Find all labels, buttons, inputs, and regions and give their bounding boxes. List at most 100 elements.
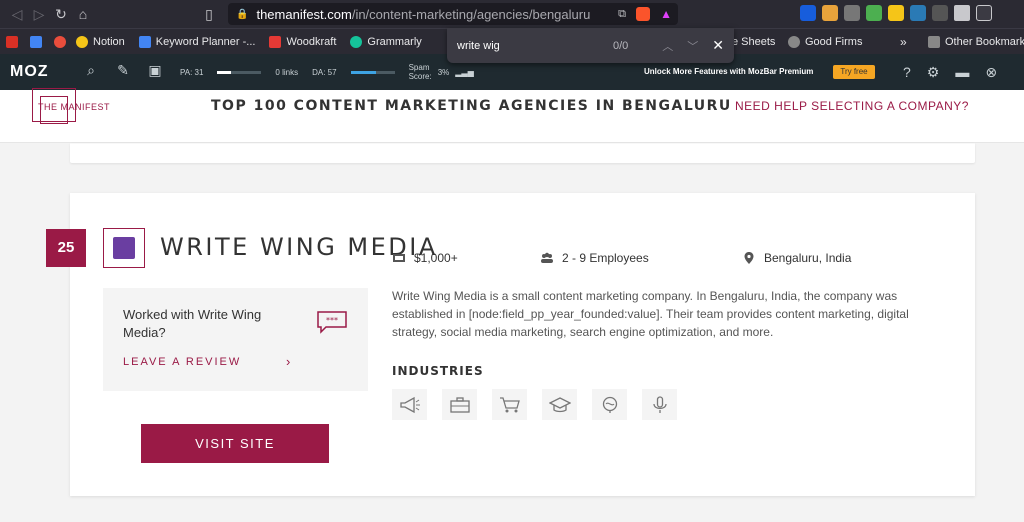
bitwarden-icon[interactable]	[800, 5, 816, 21]
close-icon[interactable]: ⊗	[985, 64, 997, 81]
min-project-value: $1,000+	[414, 251, 458, 265]
chevron-right-icon[interactable]: ›	[286, 354, 290, 369]
globe-icon	[788, 35, 800, 48]
bookmark-label: Other Bookmarks	[945, 35, 1024, 48]
try-free-button[interactable]: Try free	[833, 65, 875, 79]
graduation-cap-icon[interactable]	[542, 389, 577, 420]
need-help-link[interactable]: NEED HELP SELECTING A COMPANY?	[735, 99, 969, 113]
megaphone-icon[interactable]	[392, 389, 427, 420]
previous-company-card	[70, 143, 975, 163]
company-description: Write Wing Media is a small content mark…	[392, 289, 909, 339]
back-icon[interactable]: ◁	[6, 6, 28, 23]
bookmark-grammarly[interactable]: Grammarly	[350, 35, 422, 48]
bookmark-label: Grammarly	[367, 35, 422, 48]
da-stat: DA: 57	[312, 67, 395, 77]
puzzle-icon[interactable]	[954, 5, 970, 21]
employee-count: 2 - 9 Employees	[540, 251, 742, 265]
pa-meter-fill	[217, 70, 232, 74]
highlighter-icon[interactable]: ✎	[112, 62, 134, 82]
help-icon[interactable]: ?	[903, 64, 911, 81]
more-bookmarks-icon[interactable]: »	[900, 35, 907, 49]
extension-icon-4[interactable]	[866, 5, 882, 21]
microphone-icon[interactable]	[642, 389, 677, 420]
reader-icon[interactable]: ⧉	[618, 8, 626, 21]
da-label: DA: 57	[312, 67, 337, 77]
find-count: 0/0	[612, 39, 629, 52]
da-meter-fill	[350, 70, 376, 74]
extension-icon-5[interactable]	[888, 5, 904, 21]
company-location: Bengaluru, India	[742, 251, 851, 265]
brave-rewards-icon[interactable]: ▲	[660, 7, 672, 21]
money-icon	[393, 254, 405, 262]
links-label: 0 links	[275, 67, 299, 77]
notion-icon	[76, 35, 88, 48]
bookmark-label: Woodkraft	[286, 35, 337, 48]
review-question: Worked with Write Wing Media?	[123, 307, 262, 340]
briefcase-icon[interactable]	[442, 389, 477, 420]
review-box: Worked with Write Wing Media? *** LEAVE …	[103, 288, 368, 391]
page-title: TOP 100 CONTENT MARKETING AGENCIES IN BE…	[211, 98, 732, 114]
find-input[interactable]: write wig	[457, 40, 613, 52]
reload-icon[interactable]: ↻	[50, 6, 72, 23]
manifest-logo[interactable]: THE MANIFEST	[38, 102, 110, 112]
visit-site-button[interactable]: VISIT SITE	[141, 424, 329, 463]
bookmark-favicon-2[interactable]	[30, 35, 42, 48]
home-icon[interactable]: ⌂	[72, 6, 94, 22]
keyword-icon[interactable]: ▣	[144, 62, 166, 82]
rank-badge: 25	[46, 229, 86, 267]
min-project-size: $1,000+	[392, 251, 540, 265]
moz-logo: MOZ	[10, 63, 49, 80]
find-next-icon[interactable]: ﹀	[687, 38, 698, 54]
shopping-cart-icon[interactable]	[492, 389, 527, 420]
find-close-icon[interactable]: ✕	[712, 37, 724, 54]
company-logo[interactable]	[103, 228, 145, 268]
bookmark-other[interactable]: Other Bookmarks	[928, 35, 1024, 48]
bookmark-keyword-planner[interactable]: Keyword Planner -...	[138, 35, 256, 48]
bookmark-label: Notion	[93, 35, 125, 48]
google-ads-icon	[138, 35, 151, 48]
svg-text:***: ***	[326, 316, 338, 325]
pa-stat: PA: 31 0 links	[180, 68, 298, 77]
company-card: 25 WRITE WING MEDIA Worked with Write Wi…	[46, 193, 975, 496]
moz-right-icons: ? ⚙ ▬ ⊗	[903, 64, 997, 81]
find-bar: write wig 0/0 ︿ ﹀ ✕	[447, 28, 734, 63]
bookmark-woodkraft[interactable]: Woodkraft	[269, 35, 337, 48]
url-field[interactable]: 🔒 themanifest.com /in/content-marketing/…	[228, 3, 678, 25]
bookmark-favicon-3[interactable]	[54, 35, 66, 48]
extension-icon-6[interactable]	[910, 5, 926, 21]
spam-label: Spam Score:	[408, 63, 432, 81]
bookmark-label: Good Firms	[805, 35, 863, 48]
divider-dots	[70, 143, 975, 144]
spam-stat: Spam Score: 3% ▂▃▅	[409, 63, 474, 81]
bookmark-icon[interactable]: ▯	[198, 6, 220, 23]
bookmark-notion[interactable]: Notion	[76, 35, 125, 48]
browser-address-bar: ◁ ▷ ↻ ⌂ ▯ 🔒 themanifest.com /in/content-…	[0, 0, 1024, 28]
brave-shield-icon[interactable]	[636, 7, 650, 21]
extension-icon-2[interactable]	[822, 5, 838, 21]
bookmark-label: Keyword Planner -...	[155, 35, 256, 48]
book-icon	[113, 237, 135, 259]
bookmark-favicon-1[interactable]	[6, 35, 18, 48]
folder-icon	[928, 35, 940, 48]
forward-icon[interactable]: ▷	[28, 6, 50, 23]
menu-icon[interactable]: ▬	[955, 64, 969, 81]
bookmark-label: e Sheets	[732, 35, 776, 48]
industries-list	[392, 389, 677, 420]
extension-icon-3[interactable]	[844, 5, 860, 21]
gear-icon[interactable]: ⚙	[927, 64, 940, 81]
location-pin-icon	[744, 252, 754, 264]
bookmark-good-firms[interactable]: Good Firms	[788, 35, 863, 48]
page-analysis-icon[interactable]: ⌕	[80, 62, 102, 82]
find-prev-icon[interactable]: ︿	[662, 38, 673, 54]
spam-value: 3%	[437, 67, 450, 77]
sidebar-toggle-icon[interactable]	[976, 5, 992, 21]
industries-heading: INDUSTRIES	[392, 364, 484, 378]
lock-icon: 🔒	[236, 8, 249, 20]
signal-bars-icon: ▂▃▅	[455, 67, 474, 77]
rocket-icon[interactable]	[932, 5, 948, 21]
leave-review-link[interactable]: LEAVE A REVIEW	[123, 356, 241, 368]
woodkraft-icon	[269, 35, 282, 48]
location-value: Bengaluru, India	[764, 251, 852, 265]
brain-icon[interactable]	[592, 389, 627, 420]
bookmark-sheets[interactable]: e Sheets	[732, 36, 775, 48]
